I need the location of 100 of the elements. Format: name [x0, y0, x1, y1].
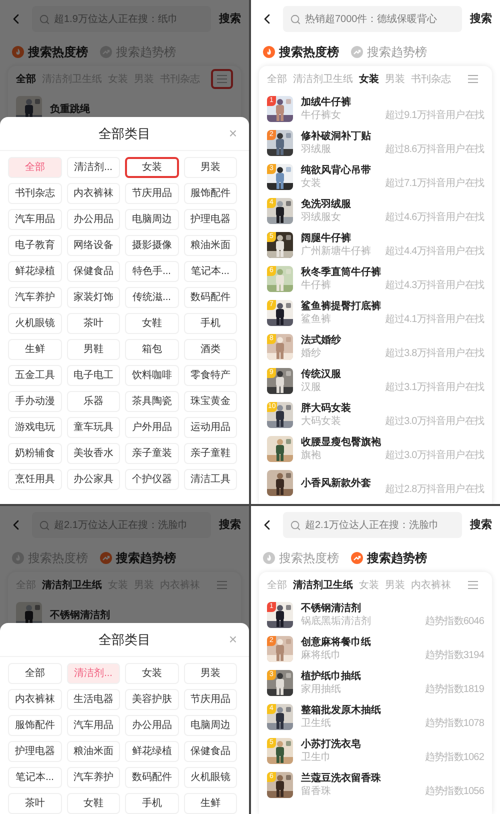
category-chip[interactable]: 珠宝黄金	[184, 391, 237, 412]
category-chip[interactable]: 办公家具	[66, 469, 120, 490]
category-chip[interactable]: 笔记本...	[8, 767, 62, 788]
search-button[interactable]: 搜索	[470, 516, 492, 534]
category-chip[interactable]: 汽车用品	[8, 209, 62, 230]
category-chip[interactable]: 奶粉辅食	[8, 443, 62, 464]
search-icon	[39, 14, 50, 24]
category-chip[interactable]: 办公用品	[66, 209, 120, 230]
category-chip[interactable]: 内衣裤袜	[66, 183, 120, 204]
category-chip[interactable]: 箱包	[125, 339, 178, 360]
category-chip[interactable]: 酒类	[184, 339, 237, 360]
category-chip[interactable]: 手机	[184, 313, 237, 334]
category-chip[interactable]: 汽车用品	[66, 715, 120, 736]
category-chip[interactable]: 生活电器	[66, 689, 120, 710]
flame-icon	[263, 552, 275, 564]
category-chip[interactable]: 保健食品	[66, 261, 120, 282]
category-chip[interactable]: 亲子童鞋	[184, 443, 237, 464]
category-chip[interactable]: 内衣裤袜	[8, 689, 62, 710]
category-chip[interactable]: 个护仪器	[125, 469, 178, 490]
category-chip[interactable]: 运动用品	[184, 417, 237, 438]
category-chip[interactable]: 美妆香水	[66, 443, 120, 464]
category-chip[interactable]: 汽车养护	[66, 767, 120, 788]
category-chip[interactable]: 饮料咖啡	[125, 365, 178, 386]
category-chip[interactable]: 服饰配件	[184, 183, 237, 204]
item-title: 法式婚纱	[301, 334, 341, 347]
category-chip[interactable]: 茶叶	[8, 793, 62, 814]
category-chip[interactable]: 生鲜	[184, 793, 237, 814]
category-chip[interactable]: 火机眼镜	[8, 313, 62, 334]
category-chip[interactable]: 节庆用品	[184, 689, 237, 710]
category-chip[interactable]: 电脑周边	[125, 209, 178, 230]
category-chip[interactable]: 男鞋	[66, 339, 120, 360]
category-tab[interactable]: 清洁剂卫生纸	[293, 578, 353, 592]
category-chip[interactable]: 童车玩具	[66, 417, 120, 438]
category-chip[interactable]: 亲子童装	[125, 443, 178, 464]
search-count: 趋势指数3194	[424, 650, 484, 663]
category-chip[interactable]: 护理电器	[8, 741, 62, 762]
category-chip[interactable]: 服饰配件	[8, 715, 62, 736]
category-chip[interactable]: 手办动漫	[8, 391, 62, 412]
ranking-tab[interactable]: 搜索趋势榜	[100, 549, 176, 567]
category-chip[interactable]: 办公用品	[125, 715, 178, 736]
search-field[interactable]: 热销超7000件：德绒保暖背心	[283, 6, 462, 32]
category-chip[interactable]: 书刊杂志	[8, 183, 62, 204]
category-chip[interactable]: 数码配件	[184, 287, 237, 308]
category-chip[interactable]: 电子电工	[66, 365, 120, 386]
item-title: 不锈钢清洁剂	[301, 602, 362, 615]
search-field[interactable]: 超2.1万位达人正在搜：洗脸巾	[283, 512, 462, 538]
category-chip[interactable]: 手机	[125, 793, 178, 814]
category-chip[interactable]: 粮油米面	[184, 235, 237, 256]
item-subtitle: 羽绒服	[301, 143, 332, 156]
category-chip[interactable]: 火机眼镜	[184, 767, 237, 788]
category-chip[interactable]: 传统滋...	[125, 287, 178, 308]
category-chip[interactable]: 鲜花绿植	[8, 261, 62, 282]
category-chip[interactable]: 生鲜	[8, 339, 62, 360]
ranking-tab[interactable]: 搜索热度榜	[263, 43, 339, 61]
category-chip[interactable]: 户外用品	[125, 417, 178, 438]
category-chip[interactable]: 美容护肤	[125, 689, 178, 710]
category-chip[interactable]: 网络设备	[66, 235, 120, 256]
category-chip[interactable]: 茶具陶瓷	[125, 391, 178, 412]
category-chip[interactable]: 清洁工具	[184, 469, 237, 490]
ranking-tab[interactable]: 搜索趋势榜	[351, 549, 427, 567]
category-chip[interactable]: 女装	[125, 157, 178, 178]
category-chip[interactable]: 女鞋	[66, 793, 120, 814]
category-chip[interactable]: 电子教育	[8, 235, 62, 256]
category-chip[interactable]: 乐器	[66, 391, 120, 412]
category-chip[interactable]: 男装	[184, 157, 237, 178]
item-subtitle: 广州新塘牛仔裤	[301, 245, 371, 258]
category-chip[interactable]: 男装	[184, 663, 237, 684]
category-chip[interactable]: 女鞋	[125, 313, 178, 334]
category-chip[interactable]: 节庆用品	[125, 183, 178, 204]
category-chip[interactable]: 全部	[8, 663, 62, 684]
category-chip[interactable]: 笔记本...	[184, 261, 237, 282]
category-chip[interactable]: 茶叶	[66, 313, 120, 334]
item-subtitle: 鲨鱼裤	[301, 313, 332, 326]
category-tab[interactable]: 清洁剂卫生纸	[42, 578, 102, 592]
category-chip[interactable]: 五金工具	[8, 365, 62, 386]
search-button[interactable]: 搜索	[219, 10, 241, 28]
category-tab[interactable]: 全部	[16, 72, 36, 86]
category-chip[interactable]: 护理电器	[184, 209, 237, 230]
menu-button[interactable]	[211, 69, 233, 89]
category-chip[interactable]: 数码配件	[125, 767, 178, 788]
ranking-tab[interactable]: 搜索热度榜	[12, 43, 88, 61]
item-title: 加绒牛仔裤	[301, 96, 351, 109]
search-button[interactable]: 搜索	[470, 10, 492, 28]
category-chip[interactable]: 女装	[125, 663, 178, 684]
category-chip[interactable]: 摄影摄像	[125, 235, 178, 256]
category-chip[interactable]: 特色手...	[125, 261, 178, 282]
category-chip[interactable]: 电脑周边	[184, 715, 237, 736]
search-icon	[39, 520, 50, 530]
category-chip[interactable]: 鲜花绿植	[125, 741, 178, 762]
search-button[interactable]: 搜索	[219, 516, 241, 534]
item-subtitle: 卫生纸	[301, 717, 332, 730]
category-chip[interactable]: 清洁剂...	[66, 157, 120, 178]
category-chip[interactable]: 保健食品	[184, 741, 237, 762]
category-chip[interactable]: 烹饪用具	[8, 469, 62, 490]
category-chip[interactable]: 游戏电玩	[8, 417, 62, 438]
category-chip[interactable]: 汽车养护	[8, 287, 62, 308]
category-chip[interactable]: 粮油米面	[66, 741, 120, 762]
category-tab[interactable]: 女装	[359, 72, 379, 86]
category-chip[interactable]: 零食特产	[184, 365, 237, 386]
category-chip[interactable]: 家装灯饰	[66, 287, 120, 308]
